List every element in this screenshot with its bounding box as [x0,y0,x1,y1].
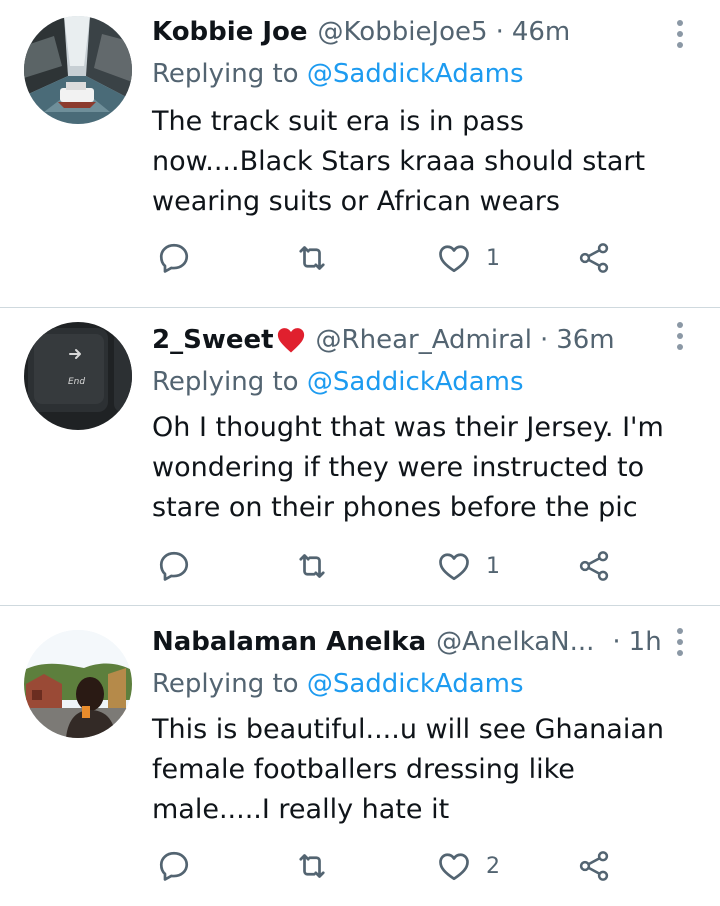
tweet-text: This is beautiful....u will see Ghanaian… [152,714,664,825]
replying-to-line: Replying to @SaddickAdams [152,666,524,702]
separator-dot: · [539,325,549,355]
reply-icon [159,243,189,273]
avatar-key-label: End [68,377,85,387]
separator-dot: · [612,627,621,657]
retweet-icon [299,854,325,878]
more-vertical-icon[interactable] [670,626,690,658]
replying-to-line: Replying to @SaddickAdams [152,364,524,400]
retweet-button[interactable] [294,546,330,586]
share-button[interactable] [576,238,612,278]
user-handle[interactable]: @Rhear_Admiral [316,322,532,358]
like-button[interactable]: 1 [436,238,500,278]
reply-button[interactable] [156,546,192,586]
retweet-icon [299,554,325,578]
retweet-button[interactable] [294,238,330,278]
replying-to-mention[interactable]: @SaddickAdams [307,367,524,397]
user-handle[interactable]: @AnelkaN... [436,624,594,660]
heart-icon [439,553,469,581]
boat-on-river-photo [24,16,132,124]
share-icon [579,851,609,881]
display-name[interactable]: Nabalaman Anelka [152,624,426,660]
separator-dot: · [495,17,504,47]
more-vertical-icon[interactable] [670,18,690,50]
avatar[interactable] [24,630,132,738]
retweet-icon [299,246,325,270]
tweet-actions: 2 [152,846,652,886]
tweet-text: Oh I thought that was their Jersey. I'm … [152,412,664,523]
like-count: 1 [486,245,500,271]
timestamp[interactable]: 1h [629,624,662,660]
timestamp[interactable]: 46m [512,14,570,50]
more-vertical-icon[interactable] [670,320,690,352]
like-count: 1 [486,553,500,579]
tweet-header: 2_Sweet @Rhear_Admiral · 36m [152,322,662,358]
tweet-3[interactable]: Nabalaman Anelka @AnelkaN... · 1h Replyi… [0,606,720,906]
like-button[interactable]: 1 [436,546,500,586]
replying-to-label: Replying to [152,367,299,397]
keyboard-end-key-photo: End [24,322,132,430]
replying-to-label: Replying to [152,59,299,89]
display-name[interactable]: 2_Sweet [152,322,274,358]
tweet-header: Nabalaman Anelka @AnelkaN... · 1h [152,624,662,660]
reply-icon [159,551,189,581]
tweet-actions: 1 [152,546,652,586]
replying-to-mention[interactable]: @SaddickAdams [307,669,524,699]
tweet-1[interactable]: Kobbie Joe @KobbieJoe5 · 46m Replying to… [0,0,720,308]
avatar[interactable]: End [24,322,132,430]
person-outdoor-photo [24,630,132,738]
tweet-2[interactable]: End 2_Sweet @Rhear_Admiral · 36m Replyin… [0,298,720,606]
replying-to-label: Replying to [152,669,299,699]
share-icon [579,243,609,273]
heart-icon [439,853,469,881]
retweet-button[interactable] [294,846,330,886]
reply-icon [159,851,189,881]
timestamp[interactable]: 36m [556,322,614,358]
like-count: 2 [486,853,500,879]
share-icon [579,551,609,581]
replying-to-mention[interactable]: @SaddickAdams [307,59,524,89]
share-button[interactable] [576,846,612,886]
user-handle[interactable]: @KobbieJoe5 [318,14,488,50]
tweet-text: The track suit era is in pass now....Bla… [152,106,646,217]
like-button[interactable]: 2 [436,846,500,886]
replying-to-line: Replying to @SaddickAdams [152,56,524,92]
reply-button[interactable] [156,238,192,278]
heart-icon [439,245,469,273]
display-name[interactable]: Kobbie Joe [152,14,308,50]
tweet-header: Kobbie Joe @KobbieJoe5 · 46m [152,14,662,50]
tweet-actions: 1 [152,238,652,278]
red-heart-emoji-icon [277,328,304,353]
avatar[interactable] [24,16,132,124]
share-button[interactable] [576,546,612,586]
reply-button[interactable] [156,846,192,886]
